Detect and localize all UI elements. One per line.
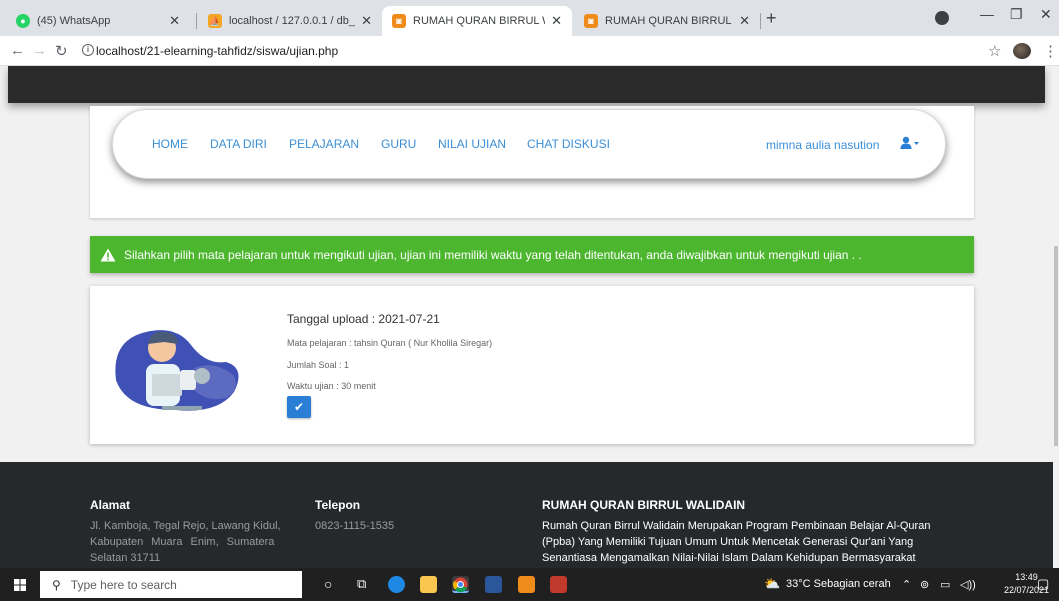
tab-title: (45) WhatsApp	[37, 15, 111, 27]
menu-kebab-icon[interactable]: ⋮	[1043, 42, 1058, 60]
profile-icon[interactable]	[935, 11, 949, 25]
close-icon[interactable]: ✕	[169, 13, 180, 29]
footer-about: Rumah Quran Birrul Walidain Merupakan Pr…	[542, 518, 976, 566]
restore-icon[interactable]: ❐	[1010, 6, 1023, 23]
network-icon[interactable]: ⊚	[920, 578, 929, 591]
footer-about-line: (Ppba) Yang Memiliki Tujuan Umum Untuk M…	[542, 536, 914, 548]
footer-about-line: Rumah Quran Birrul Walidain Merupakan Pr…	[542, 520, 931, 532]
chrome-icon[interactable]	[452, 576, 469, 593]
tab-title: localhost / 127.0.0.1 / db_elearni	[229, 15, 355, 27]
site-icon: ◙	[584, 14, 598, 28]
exam-question-count: Jumlah Soal : 1	[287, 360, 350, 370]
footer: Alamat Jl. Kamboja, Tegal Rejo, Lawang K…	[0, 462, 1053, 568]
search-icon: ⚲	[52, 577, 61, 592]
footer-about-line: Senantiasa Mengamalkan Nilai-Nilai Islam…	[542, 552, 916, 564]
exam-card: Tanggal upload : 2021-07-21 Mata pelajar…	[90, 286, 974, 444]
tab-phpmyadmin[interactable]: ⛵ localhost / 127.0.0.1 / db_elearni ✕	[198, 6, 382, 36]
windows-start-icon[interactable]	[14, 579, 26, 591]
weather-icon: ⛅	[764, 576, 781, 591]
browser-tab-strip: ● (45) WhatsApp ✕ ⛵ localhost / 127.0.0.…	[0, 0, 1059, 36]
footer-phone-title: Telepon	[315, 498, 361, 512]
app-icon[interactable]	[550, 576, 567, 593]
exam-notice-alert: Silahkan pilih mata pelajaran untuk meng…	[90, 236, 974, 273]
footer-address-line: Jl. Kamboja, Tegal Rejo, Lawang Kidul,	[90, 520, 281, 532]
footer-address: Jl. Kamboja, Tegal Rejo, Lawang Kidul, K…	[90, 518, 290, 566]
whatsapp-icon: ●	[16, 14, 30, 28]
exam-subject: Mata pelajaran : tahsin Quran ( Nur Khol…	[287, 338, 493, 348]
page-scrollbar[interactable]	[1053, 66, 1059, 568]
avatar[interactable]	[1013, 43, 1031, 59]
tab-separator	[760, 13, 761, 29]
start-exam-button[interactable]: ✔	[287, 396, 311, 418]
checkmark-icon: ✔	[293, 400, 305, 414]
close-icon[interactable]: ✕	[551, 13, 562, 29]
notification-icon[interactable]: ▢	[1037, 576, 1049, 592]
nav-guru[interactable]: GURU	[381, 137, 416, 151]
taskbar-search[interactable]: ⚲ Type here to search	[40, 571, 302, 598]
nav-home[interactable]: HOME	[152, 137, 188, 151]
edge-icon[interactable]	[388, 576, 405, 593]
new-tab-icon[interactable]: +	[766, 8, 777, 29]
window-close-icon[interactable]: ✕	[1040, 6, 1052, 23]
back-icon[interactable]: ←	[10, 42, 25, 59]
xampp-icon[interactable]	[518, 576, 535, 593]
close-icon[interactable]: ✕	[361, 13, 372, 29]
bookmark-star-icon[interactable]: ☆	[988, 42, 1001, 60]
tab-title: RUMAH QURAN BIRRUL WALIDA	[605, 15, 733, 27]
user-dropdown-icon[interactable]	[900, 136, 922, 153]
tab-site[interactable]: ◙ RUMAH QURAN BIRRUL WALIDA ✕	[574, 6, 760, 36]
page-viewport: HOME DATA DIRI PELAJARAN GURU NILAI UJIA…	[0, 66, 1053, 568]
volume-icon[interactable]: ◁))	[960, 578, 976, 591]
word-icon[interactable]	[485, 576, 502, 593]
nav-nilai-ujian[interactable]: NILAI UJIAN	[438, 137, 506, 151]
nav-pelajaran[interactable]: PELAJARAN	[289, 137, 359, 151]
footer-address-line: Kabupaten Muara Enim, Sumatera	[90, 536, 275, 548]
address-bar: ← → ↻ i localhost/21-elearning-tahfidz/s…	[0, 36, 1059, 66]
exam-duration: Waktu ujian : 30 menit	[287, 381, 376, 391]
tray-chevron-icon[interactable]: ⌃	[902, 578, 911, 591]
warning-icon	[100, 248, 116, 261]
url-input[interactable]: localhost/21-elearning-tahfidz/siswa/uji…	[96, 44, 338, 58]
user-name[interactable]: mimna aulia nasution	[766, 138, 879, 152]
student-reading-illustration	[115, 330, 239, 411]
windows-taskbar: ⚲ Type here to search ○ ⧉ ⛅ 33°C Sebagia…	[0, 568, 1059, 601]
tab-active-site[interactable]: ◙ RUMAH QURAN BIRRUL WALIDA ✕	[382, 6, 572, 36]
header-band	[8, 66, 1045, 103]
exam-upload-date: Tanggal upload : 2021-07-21	[287, 312, 440, 326]
task-view-icon[interactable]: ⧉	[357, 576, 366, 592]
tab-whatsapp[interactable]: ● (45) WhatsApp ✕	[6, 6, 190, 36]
footer-phone: 0823-1115-1535	[315, 520, 395, 532]
footer-address-line: Selatan 31711	[90, 552, 161, 564]
tab-separator	[196, 13, 197, 29]
search-placeholder: Type here to search	[70, 577, 177, 592]
minimize-icon[interactable]: —	[980, 6, 994, 22]
phpmyadmin-icon: ⛵	[208, 14, 222, 28]
footer-about-title: RUMAH QURAN BIRRUL WALIDAIN	[542, 498, 746, 512]
nav-data-diri[interactable]: DATA DIRI	[210, 137, 267, 151]
info-icon[interactable]: i	[82, 44, 94, 56]
nav-chat-diskusi[interactable]: CHAT DISKUSI	[527, 137, 610, 151]
cortana-icon[interactable]: ○	[324, 576, 332, 592]
file-explorer-icon[interactable]	[420, 576, 437, 593]
weather-text[interactable]: 33°C Sebagian cerah	[786, 578, 891, 590]
forward-icon[interactable]: →	[32, 42, 47, 59]
wifi-icon[interactable]: ▭	[940, 578, 950, 591]
tab-title: RUMAH QURAN BIRRUL WALIDA	[413, 15, 545, 27]
footer-address-title: Alamat	[90, 498, 131, 512]
close-icon[interactable]: ✕	[739, 13, 750, 29]
alert-text: Silahkan pilih mata pelajaran untuk meng…	[124, 247, 862, 262]
site-icon: ◙	[392, 14, 406, 28]
reload-icon[interactable]: ↻	[55, 42, 68, 60]
scrollbar-thumb[interactable]	[1054, 246, 1058, 446]
